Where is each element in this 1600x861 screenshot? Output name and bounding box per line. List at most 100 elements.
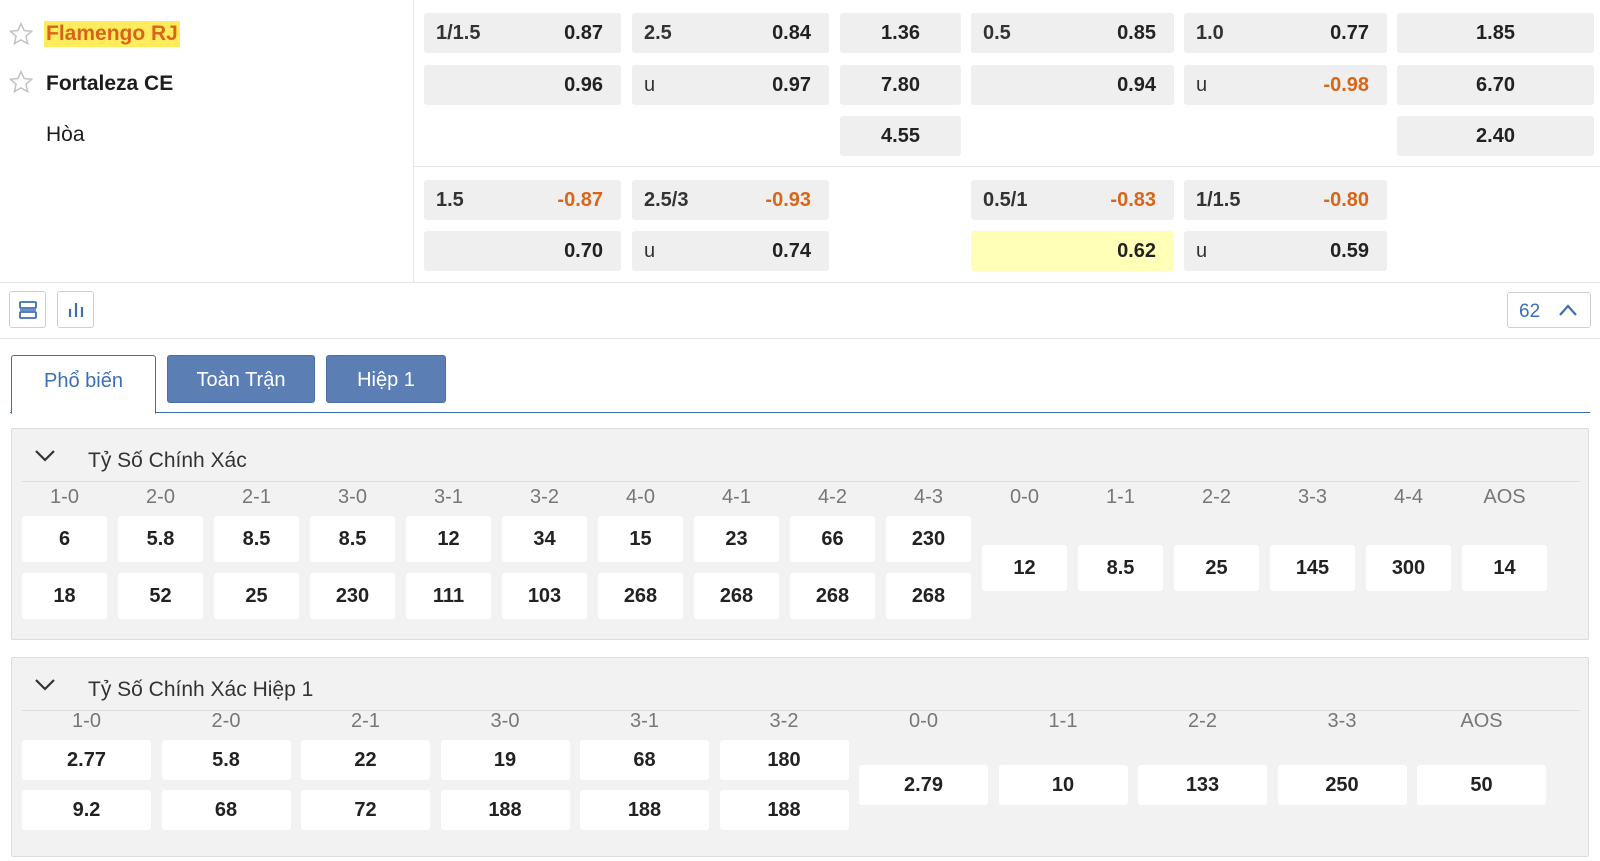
panel-title: Tỷ Số Chính Xác xyxy=(88,449,247,472)
score-odds-away[interactable]: 18 xyxy=(22,573,107,619)
odds-cell-ou-under-alt[interactable]: u 0.74 xyxy=(632,231,829,271)
odds-cell-h1-ou-over[interactable]: 1.0 0.77 xyxy=(1184,13,1387,53)
odds-cell-ou-over-alt[interactable]: 2.5/3 -0.93 xyxy=(632,180,829,220)
score-odds-draw[interactable]: 12 xyxy=(982,545,1067,591)
divider xyxy=(414,166,1600,167)
score-odds-away[interactable]: 72 xyxy=(301,790,430,830)
score-odds-away[interactable]: 9.2 xyxy=(22,790,151,830)
score-odds-home[interactable]: 34 xyxy=(502,516,587,562)
odds-cell-hdp-away-alt[interactable]: 0.70 xyxy=(424,231,621,271)
tab-first-half[interactable]: Hiệp 1 xyxy=(326,355,446,403)
odds-value: -0.80 xyxy=(1323,189,1369,211)
score-odds-home[interactable]: 5.8 xyxy=(161,740,291,780)
odds-cell-h1-ou-under-alt[interactable]: u 0.59 xyxy=(1184,231,1387,271)
score-odds-away[interactable]: 268 xyxy=(694,573,779,619)
panel-header[interactable]: Tỷ Số Chính Xác xyxy=(22,429,1580,482)
score-odds-home[interactable]: 230 xyxy=(886,516,971,562)
toolbar: 62 xyxy=(0,283,1600,339)
score-odds-draw[interactable]: 25 xyxy=(1174,545,1259,591)
score-odds-draw[interactable]: 145 xyxy=(1270,545,1355,591)
score-odds-draw[interactable]: 50 xyxy=(1417,765,1546,805)
score-odds-away[interactable]: 188 xyxy=(719,790,849,830)
odds-cell-hdp-away[interactable]: 0.96 xyxy=(424,65,621,105)
score-odds-home[interactable]: 180 xyxy=(719,740,849,780)
score-column-header: 2-0 xyxy=(211,710,241,732)
odds-cell-hdp-home[interactable]: 1/1.5 0.87 xyxy=(424,13,621,53)
score-odds-home[interactable]: 15 xyxy=(598,516,683,562)
score-odds-away[interactable]: 230 xyxy=(310,573,395,619)
odds-cell-h1-1x2-away[interactable]: 6.70 xyxy=(1397,65,1594,105)
tab-full-match[interactable]: Toàn Trận xyxy=(167,355,315,403)
score-odds-home[interactable]: 6 xyxy=(22,516,107,562)
odds-value: 0.77 xyxy=(1330,22,1369,44)
odds-cell-h1-hdp-away-alt[interactable]: 0.62 xyxy=(971,231,1174,271)
score-odds-home[interactable]: 19 xyxy=(440,740,570,780)
score-column-header: 4-0 xyxy=(626,486,655,508)
odds-cell-h1-1x2-draw[interactable]: 2.40 xyxy=(1397,116,1594,156)
odds-cell-h1-ou-under[interactable]: u -0.98 xyxy=(1184,65,1387,105)
odds-cell-1x2-away[interactable]: 7.80 xyxy=(840,65,961,105)
score-odds-home[interactable]: 12 xyxy=(406,516,491,562)
score-odds-away[interactable]: 268 xyxy=(790,573,875,619)
odds-cell-1x2-home[interactable]: 1.36 xyxy=(840,13,961,53)
panel-header[interactable]: Tỷ Số Chính Xác Hiệp 1 xyxy=(22,658,1580,711)
chevron-down-icon[interactable] xyxy=(34,449,56,463)
odds-value: -0.87 xyxy=(557,189,603,211)
score-odds-away[interactable]: 103 xyxy=(502,573,587,619)
score-odds-home[interactable]: 8.5 xyxy=(310,516,395,562)
score-odds-draw[interactable]: 250 xyxy=(1277,765,1407,805)
hdp-line: 0.5 xyxy=(983,22,1011,44)
stats-button[interactable] xyxy=(57,291,94,328)
odds-value: 0.94 xyxy=(1117,74,1156,96)
odds-value: 1.85 xyxy=(1476,22,1515,44)
tab-popular[interactable]: Phổ biến xyxy=(11,355,156,414)
draw-row: Hòa xyxy=(0,115,414,155)
list-view-button[interactable] xyxy=(9,291,46,328)
odds-cell-h1-hdp-home[interactable]: 0.5 0.85 xyxy=(971,13,1174,53)
score-odds-draw[interactable]: 133 xyxy=(1138,765,1267,805)
score-odds-home[interactable]: 2.77 xyxy=(22,740,151,780)
ou-line: 2.5/3 xyxy=(644,189,689,211)
score-odds-draw[interactable]: 2.79 xyxy=(859,765,988,805)
score-odds-draw[interactable]: 14 xyxy=(1462,545,1547,591)
score-odds-home[interactable]: 23 xyxy=(694,516,779,562)
score-odds-away[interactable]: 268 xyxy=(886,573,971,619)
score-odds-away[interactable]: 188 xyxy=(440,790,570,830)
odds-value: 0.85 xyxy=(1117,22,1156,44)
odds-cell-hdp-home-alt[interactable]: 1.5 -0.87 xyxy=(424,180,621,220)
odds-cell-h1-ou-over-alt[interactable]: 1/1.5 -0.80 xyxy=(1184,180,1387,220)
score-odds-away[interactable]: 68 xyxy=(161,790,291,830)
odds-cell-ou-over[interactable]: 2.5 0.84 xyxy=(632,13,829,53)
score-odds-away[interactable]: 268 xyxy=(598,573,683,619)
odds-cell-h1-hdp-home-alt[interactable]: 0.5/1 -0.83 xyxy=(971,180,1174,220)
score-odds-draw[interactable]: 300 xyxy=(1366,545,1451,591)
chevron-down-icon[interactable] xyxy=(34,678,56,692)
away-team-name[interactable]: Fortaleza CE xyxy=(46,72,173,96)
home-team-name[interactable]: Flamengo RJ xyxy=(44,21,180,47)
score-odds-home[interactable]: 5.8 xyxy=(118,516,203,562)
score-odds-home[interactable]: 66 xyxy=(790,516,875,562)
score-column-header: 0-0 xyxy=(1010,486,1039,508)
chevron-up-icon xyxy=(1559,304,1577,316)
score-column-header: 3-0 xyxy=(338,486,367,508)
odds-cell-1x2-draw[interactable]: 4.55 xyxy=(840,116,961,156)
star-icon[interactable] xyxy=(8,69,34,95)
score-odds-draw[interactable]: 10 xyxy=(998,765,1128,805)
score-column-header: 2-1 xyxy=(242,486,271,508)
score-odds-away[interactable]: 25 xyxy=(214,573,299,619)
markets-count-button[interactable]: 62 xyxy=(1507,292,1591,328)
score-odds-home[interactable]: 8.5 xyxy=(214,516,299,562)
score-odds-home[interactable]: 22 xyxy=(301,740,430,780)
score-column-header: 1-0 xyxy=(50,486,79,508)
score-odds-home[interactable]: 68 xyxy=(580,740,709,780)
score-odds-draw[interactable]: 8.5 xyxy=(1078,545,1163,591)
star-icon[interactable] xyxy=(8,21,34,47)
score-odds-away[interactable]: 111 xyxy=(406,573,491,619)
odds-cell-h1-hdp-away[interactable]: 0.94 xyxy=(971,65,1174,105)
score-column-header: 3-1 xyxy=(630,710,659,732)
odds-cell-h1-1x2-home[interactable]: 1.85 xyxy=(1397,13,1594,53)
odds-cell-ou-under[interactable]: u 0.97 xyxy=(632,65,829,105)
score-odds-away[interactable]: 188 xyxy=(580,790,709,830)
ou-line: 1/1.5 xyxy=(1196,189,1241,211)
score-odds-away[interactable]: 52 xyxy=(118,573,203,619)
